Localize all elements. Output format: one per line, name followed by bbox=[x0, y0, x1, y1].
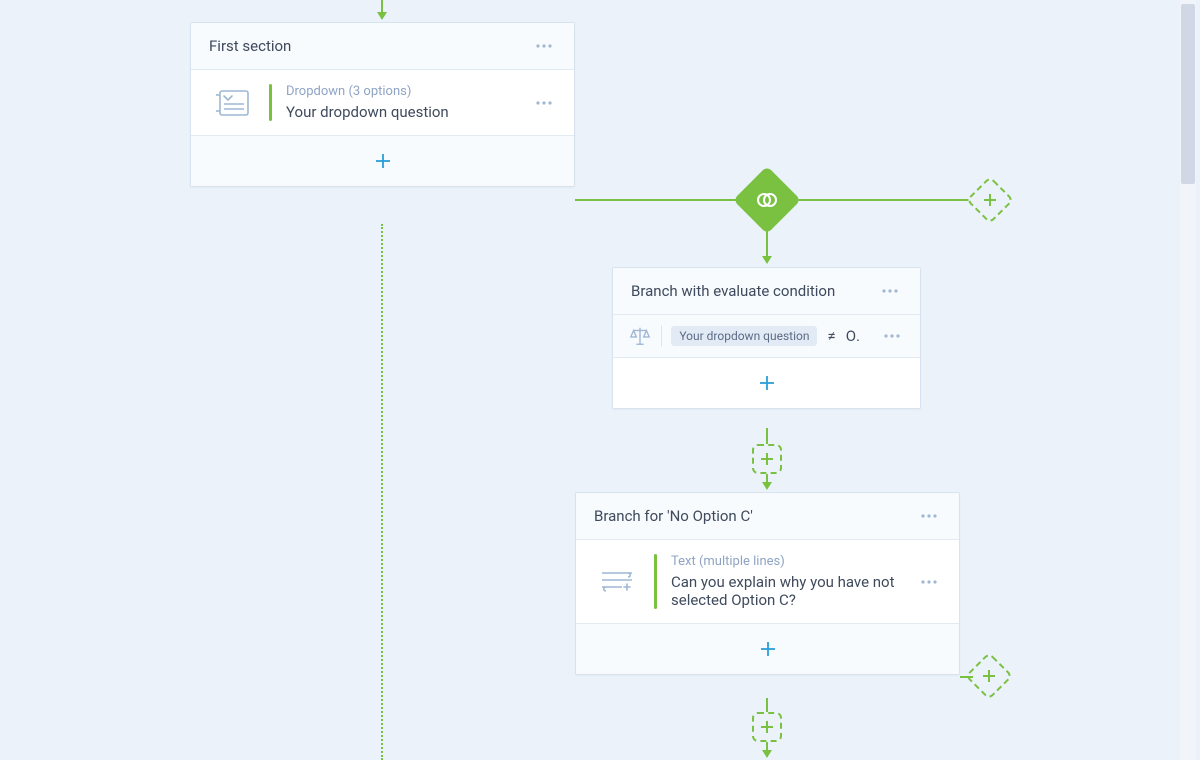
condition-row[interactable]: Your dropdown question ≠ Optio… bbox=[613, 315, 920, 358]
branch-title: Branch with evaluate condition bbox=[631, 282, 835, 300]
add-branch-diamond[interactable] bbox=[966, 176, 1014, 224]
question-type-label: Text (multiple lines) bbox=[671, 554, 903, 569]
connector-vertical bbox=[766, 224, 768, 258]
connector-stub bbox=[960, 676, 973, 678]
question-row[interactable]: Text (multiple lines) Can you explain wh… bbox=[576, 540, 959, 624]
more-icon[interactable] bbox=[880, 330, 904, 342]
plus-icon[interactable] bbox=[757, 373, 777, 393]
scales-icon bbox=[629, 325, 651, 347]
plus-icon bbox=[983, 193, 997, 207]
more-icon[interactable] bbox=[532, 40, 556, 52]
condition-value: Optio… bbox=[846, 327, 860, 345]
accent-bar bbox=[654, 554, 657, 609]
section-header[interactable]: First section bbox=[191, 23, 574, 70]
text-multiline-icon bbox=[594, 569, 640, 595]
arrow-down-icon bbox=[377, 12, 387, 20]
filter-icon bbox=[755, 188, 779, 212]
add-question-footer[interactable] bbox=[191, 136, 574, 186]
add-question-footer[interactable] bbox=[576, 624, 959, 674]
condition-field: Your dropdown question bbox=[671, 326, 817, 346]
question-prompt: Can you explain why you have not selecte… bbox=[671, 573, 903, 609]
section-first[interactable]: First section Dropdown (3 options) Your bbox=[190, 22, 575, 187]
arrow-down-icon bbox=[762, 482, 772, 490]
connector-vertical bbox=[766, 698, 768, 712]
more-icon[interactable] bbox=[917, 510, 941, 522]
connector-top bbox=[381, 0, 383, 12]
more-icon[interactable] bbox=[917, 576, 941, 588]
add-condition-footer[interactable] bbox=[613, 358, 920, 408]
connector-horizontal-right bbox=[791, 199, 973, 201]
plus-icon[interactable] bbox=[758, 639, 778, 659]
plus-icon bbox=[982, 669, 996, 683]
section-title: First section bbox=[209, 37, 291, 55]
branch-no-option-c[interactable]: Branch for 'No Option C' Text (multiple … bbox=[575, 492, 960, 675]
accent-bar bbox=[269, 84, 272, 121]
arrow-down-icon bbox=[762, 256, 772, 264]
branch-header[interactable]: Branch with evaluate condition bbox=[613, 268, 920, 315]
scrollbar-thumb[interactable] bbox=[1181, 4, 1195, 184]
plus-icon[interactable] bbox=[373, 151, 393, 171]
condition-operator: ≠ bbox=[827, 327, 835, 345]
connector-dashed bbox=[381, 224, 383, 760]
dropdown-icon bbox=[209, 89, 255, 117]
insert-node[interactable] bbox=[752, 712, 782, 742]
connector-vertical bbox=[766, 428, 768, 444]
more-icon[interactable] bbox=[532, 97, 556, 109]
more-icon[interactable] bbox=[878, 285, 902, 297]
arrow-down-icon bbox=[762, 750, 772, 758]
question-row[interactable]: Dropdown (3 options) Your dropdown quest… bbox=[191, 70, 574, 136]
branch-header[interactable]: Branch for 'No Option C' bbox=[576, 493, 959, 540]
branch-evaluate[interactable]: Branch with evaluate condition Your drop… bbox=[612, 267, 921, 409]
connector-horizontal bbox=[575, 199, 745, 201]
question-prompt: Your dropdown question bbox=[286, 103, 518, 121]
insert-node[interactable] bbox=[752, 444, 782, 474]
branch-title: Branch for 'No Option C' bbox=[594, 507, 753, 525]
question-type-label: Dropdown (3 options) bbox=[286, 84, 518, 99]
